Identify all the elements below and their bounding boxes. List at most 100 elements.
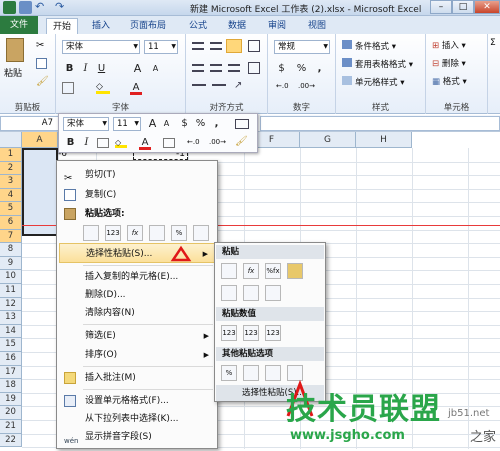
sub-values-numfmt-icon[interactable]: 123 bbox=[243, 325, 259, 341]
row-header[interactable]: 19 bbox=[0, 392, 22, 407]
paste-icon[interactable] bbox=[6, 38, 24, 62]
formula-input[interactable] bbox=[260, 116, 500, 131]
sub-keep-width-icon[interactable] bbox=[243, 285, 259, 301]
mini-shrink-font-icon[interactable]: A bbox=[159, 117, 174, 131]
row-header[interactable]: 10 bbox=[0, 270, 22, 284]
align-right-icon[interactable] bbox=[228, 64, 240, 72]
sub-formatting-icon[interactable]: % bbox=[221, 365, 237, 381]
paste-transpose-icon[interactable] bbox=[149, 225, 165, 241]
minimize-button[interactable]: – bbox=[430, 0, 452, 14]
cut-icon[interactable]: ✂ bbox=[36, 40, 44, 51]
select-all-corner[interactable] bbox=[0, 132, 22, 148]
grow-font-button[interactable]: A bbox=[130, 62, 145, 76]
font-name-combo[interactable]: 宋体 ▼ bbox=[62, 40, 140, 54]
close-button[interactable]: ✕ bbox=[474, 0, 500, 14]
shrink-font-button[interactable]: A bbox=[148, 62, 163, 76]
currency-button[interactable]: $ bbox=[274, 62, 289, 76]
decrease-decimal-icon[interactable]: .00→ bbox=[298, 82, 315, 90]
underline-button[interactable]: U bbox=[94, 62, 109, 76]
wrap-text-icon[interactable] bbox=[248, 40, 260, 52]
copy-icon[interactable] bbox=[36, 58, 47, 69]
menu-item-filter[interactable]: 筛选(E) ▶ bbox=[59, 326, 215, 346]
sub-paste-formulas-icon[interactable]: fx bbox=[243, 263, 259, 279]
mini-font-color-icon[interactable]: A bbox=[139, 136, 151, 150]
tab-page-layout[interactable]: 页面布局 bbox=[124, 18, 172, 34]
paste-values-icon[interactable]: 123 bbox=[105, 225, 121, 241]
menu-item-delete[interactable]: 删除(D)... bbox=[59, 285, 215, 305]
paste-icon[interactable] bbox=[83, 225, 99, 241]
mini-font-combo[interactable]: 宋体 ▼ bbox=[63, 117, 109, 131]
delete-cells-button[interactable]: ⊟ 删除 ▾ bbox=[432, 58, 466, 71]
row-header[interactable]: 9 bbox=[0, 256, 22, 271]
row-header[interactable]: 1 bbox=[0, 148, 22, 162]
mini-increase-decimal-icon[interactable]: ←.0 bbox=[187, 138, 200, 146]
menu-item-sort[interactable]: 排序(O) ▶ bbox=[59, 345, 215, 365]
bold-button[interactable]: B bbox=[62, 62, 77, 76]
mini-comma-button[interactable]: , bbox=[209, 117, 224, 131]
align-left-icon[interactable] bbox=[192, 64, 204, 72]
undo-icon[interactable]: ↶ bbox=[35, 1, 48, 14]
conditional-format-button[interactable]: 条件格式 ▾ bbox=[342, 40, 396, 53]
sub-paste-formulas-numfmt-icon[interactable]: %fx bbox=[265, 263, 281, 279]
mini-currency-icon[interactable]: $ bbox=[177, 117, 192, 131]
sub-keep-source-format-icon[interactable] bbox=[287, 263, 303, 279]
menu-item-copy[interactable]: 复制(C) bbox=[59, 185, 215, 205]
italic-button[interactable]: I bbox=[78, 62, 93, 76]
mini-align-icon[interactable] bbox=[97, 138, 109, 148]
row-header[interactable]: 12 bbox=[0, 297, 22, 312]
menu-item-insert-comment[interactable]: 插入批注(M) bbox=[59, 368, 215, 388]
row-header[interactable]: 5 bbox=[0, 202, 22, 216]
save-icon[interactable] bbox=[19, 1, 32, 14]
tab-review[interactable]: 审阅 bbox=[262, 18, 292, 34]
font-size-combo[interactable]: 11 ▼ bbox=[144, 40, 178, 54]
merge-center-icon[interactable] bbox=[248, 62, 260, 74]
menu-item-cut[interactable]: ✂ 剪切(T) bbox=[59, 165, 215, 185]
paste-button[interactable]: 粘贴 bbox=[4, 66, 22, 79]
number-format-combo[interactable]: 常规 ▼ bbox=[274, 40, 330, 54]
row-header[interactable]: 21 bbox=[0, 420, 22, 434]
row-header[interactable]: 13 bbox=[0, 311, 22, 325]
sub-link-icon[interactable] bbox=[243, 365, 259, 381]
sub-values-icon[interactable]: 123 bbox=[221, 325, 237, 341]
tab-data[interactable]: 数据 bbox=[222, 18, 252, 34]
column-header[interactable]: G bbox=[300, 132, 356, 148]
mini-size-combo[interactable]: 11 ▼ bbox=[113, 117, 141, 131]
row-header[interactable]: 11 bbox=[0, 284, 22, 298]
row-header[interactable]: 17 bbox=[0, 365, 22, 380]
format-as-table-button[interactable]: 套用表格格式 ▾ bbox=[342, 58, 413, 71]
row-header[interactable]: 8 bbox=[0, 243, 22, 257]
row-header[interactable]: 16 bbox=[0, 352, 22, 366]
mini-italic-button[interactable]: I bbox=[79, 136, 94, 150]
row-header[interactable]: 15 bbox=[0, 338, 22, 352]
align-center-icon[interactable] bbox=[210, 64, 222, 72]
align-bottom-icon[interactable] bbox=[226, 39, 242, 53]
borders-icon[interactable] bbox=[62, 82, 74, 94]
sub-transpose-icon[interactable] bbox=[265, 285, 281, 301]
sub-no-borders-icon[interactable] bbox=[221, 285, 237, 301]
menu-item-phonetic[interactable]: wén 显示拼音字段(S) bbox=[59, 427, 215, 447]
insert-cells-button[interactable]: ⊞ 插入 ▾ bbox=[432, 40, 466, 53]
name-box[interactable]: A7 bbox=[0, 116, 60, 131]
paste-link-icon[interactable] bbox=[193, 225, 209, 241]
font-color-button[interactable]: A bbox=[130, 81, 142, 95]
row-header[interactable]: 6 bbox=[0, 216, 22, 230]
align-top-icon[interactable] bbox=[192, 42, 204, 50]
menu-item-pick-from-list[interactable]: 从下拉列表中选择(K)... bbox=[59, 409, 215, 429]
mini-grow-font-icon[interactable]: A bbox=[145, 117, 160, 131]
mini-bold-button[interactable]: B bbox=[63, 136, 78, 150]
fill-color-icon[interactable]: ◇ bbox=[96, 82, 110, 94]
tab-insert[interactable]: 插入 bbox=[86, 18, 116, 34]
paste-formatting-icon[interactable]: % bbox=[171, 225, 187, 241]
sub-picture-icon[interactable] bbox=[265, 365, 281, 381]
maximize-button[interactable]: □ bbox=[452, 0, 474, 14]
percent-button[interactable]: % bbox=[294, 62, 309, 76]
mini-format-painter-icon[interactable]: 🖌 bbox=[235, 136, 248, 147]
redo-icon[interactable]: ↷ bbox=[55, 1, 68, 14]
mini-borders-icon[interactable] bbox=[163, 138, 175, 148]
sub-values-source-format-icon[interactable]: 123 bbox=[265, 325, 281, 341]
menu-item-insert-copied[interactable]: 插入复制的单元格(E)... bbox=[59, 267, 215, 287]
tab-file[interactable]: 文件 bbox=[0, 16, 38, 34]
cell-styles-button[interactable]: 单元格样式 ▾ bbox=[342, 76, 404, 89]
mini-decrease-decimal-icon[interactable]: .00→ bbox=[209, 138, 226, 146]
tab-home[interactable]: 开始 bbox=[46, 18, 79, 34]
